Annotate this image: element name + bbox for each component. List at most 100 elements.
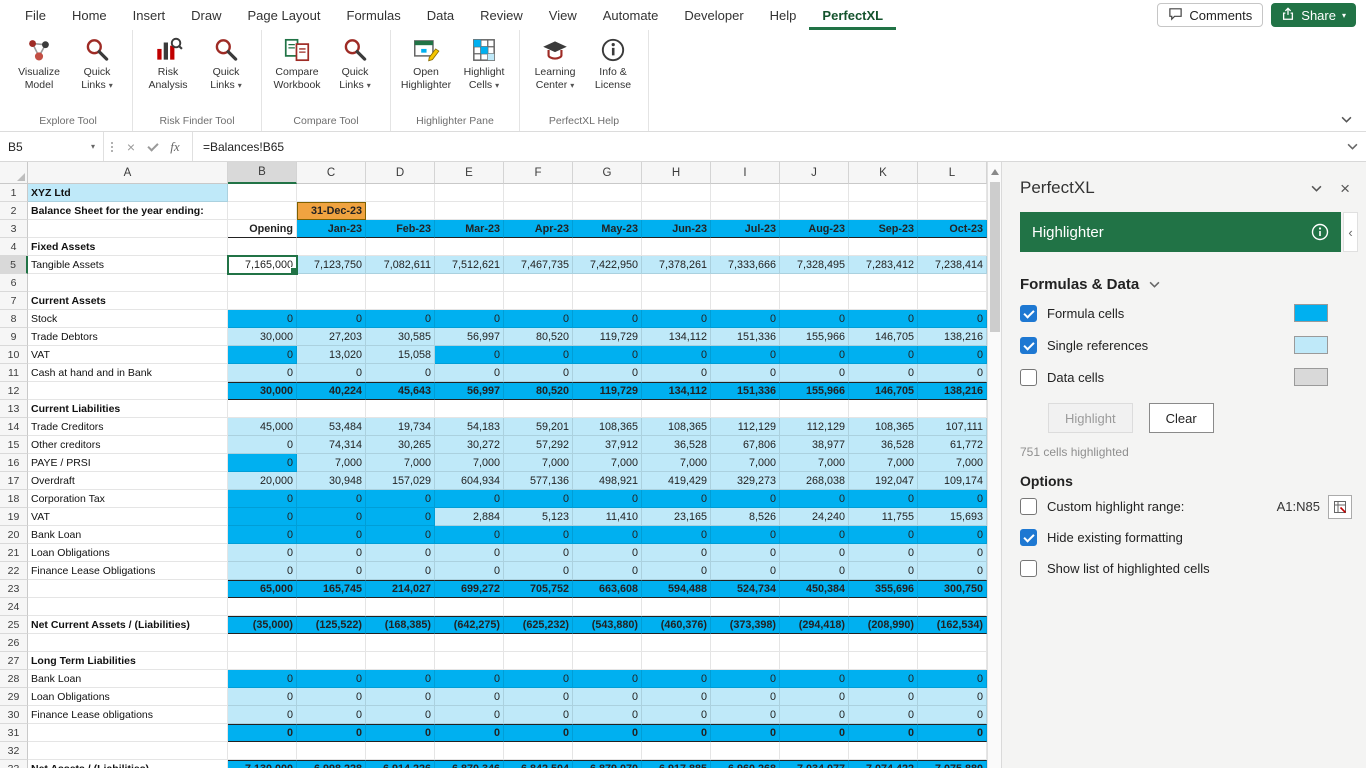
cell-L18[interactable]: 0 xyxy=(918,490,987,508)
close-icon[interactable]: × xyxy=(1340,180,1350,197)
cell-I3[interactable]: Jul-23 xyxy=(711,220,780,238)
cell-C15[interactable]: 74,314 xyxy=(297,436,366,454)
cell-A22[interactable]: Finance Lease Obligations xyxy=(28,562,228,580)
cell-D16[interactable]: 7,000 xyxy=(366,454,435,472)
cell-F22[interactable]: 0 xyxy=(504,562,573,580)
cell-F18[interactable]: 0 xyxy=(504,490,573,508)
cell-F21[interactable]: 0 xyxy=(504,544,573,562)
cell-J31[interactable]: 0 xyxy=(780,724,849,742)
row-header-26[interactable]: 26 xyxy=(0,634,28,652)
cell-F19[interactable]: 5,123 xyxy=(504,508,573,526)
cell-D2[interactable] xyxy=(366,202,435,220)
cell-C31[interactable]: 0 xyxy=(297,724,366,742)
cell-J20[interactable]: 0 xyxy=(780,526,849,544)
cell-A11[interactable]: Cash at hand and in Bank xyxy=(28,364,228,382)
cell-F12[interactable]: 80,520 xyxy=(504,382,573,400)
column-header-C[interactable]: C xyxy=(297,162,366,184)
range-picker-icon[interactable] xyxy=(1328,494,1352,519)
cell-F3[interactable]: Apr-23 xyxy=(504,220,573,238)
cell-J8[interactable]: 0 xyxy=(780,310,849,328)
cell-H12[interactable]: 134,112 xyxy=(642,382,711,400)
menu-tab-automate[interactable]: Automate xyxy=(590,0,672,30)
row-header-10[interactable]: 10 xyxy=(0,346,28,364)
menu-tab-data[interactable]: Data xyxy=(414,0,467,30)
cell-B14[interactable]: 45,000 xyxy=(228,418,297,436)
cell-C3[interactable]: Jan-23 xyxy=(297,220,366,238)
cell-K2[interactable] xyxy=(849,202,918,220)
cell-C17[interactable]: 30,948 xyxy=(297,472,366,490)
cell-C23[interactable]: 165,745 xyxy=(297,580,366,598)
column-header-J[interactable]: J xyxy=(780,162,849,184)
cell-C7[interactable] xyxy=(297,292,366,310)
enter-icon[interactable] xyxy=(142,132,164,161)
cell-B28[interactable]: 0 xyxy=(228,670,297,688)
menu-tab-file[interactable]: File xyxy=(12,0,59,30)
row-header-18[interactable]: 18 xyxy=(0,490,28,508)
cell-G27[interactable] xyxy=(573,652,642,670)
cell-E24[interactable] xyxy=(435,598,504,616)
cell-L10[interactable]: 0 xyxy=(918,346,987,364)
cell-A7[interactable]: Current Assets xyxy=(28,292,228,310)
cell-I21[interactable]: 0 xyxy=(711,544,780,562)
cell-J1[interactable] xyxy=(780,184,849,202)
cell-F17[interactable]: 577,136 xyxy=(504,472,573,490)
cell-E12[interactable]: 56,997 xyxy=(435,382,504,400)
cell-F16[interactable]: 7,000 xyxy=(504,454,573,472)
cell-I14[interactable]: 112,129 xyxy=(711,418,780,436)
cell-E15[interactable]: 30,272 xyxy=(435,436,504,454)
cell-D17[interactable]: 157,029 xyxy=(366,472,435,490)
cell-D18[interactable]: 0 xyxy=(366,490,435,508)
cell-D4[interactable] xyxy=(366,238,435,256)
cell-J14[interactable]: 112,129 xyxy=(780,418,849,436)
cell-L4[interactable] xyxy=(918,238,987,256)
cell-G10[interactable]: 0 xyxy=(573,346,642,364)
clear-button[interactable]: Clear xyxy=(1148,403,1214,433)
color-swatch-data-cells[interactable] xyxy=(1294,368,1328,386)
cell-L33[interactable]: 7,075,880 xyxy=(918,760,987,768)
column-header-H[interactable]: H xyxy=(642,162,711,184)
cell-H2[interactable] xyxy=(642,202,711,220)
cell-H28[interactable]: 0 xyxy=(642,670,711,688)
cell-L29[interactable]: 0 xyxy=(918,688,987,706)
cell-G19[interactable]: 11,410 xyxy=(573,508,642,526)
comments-button[interactable]: Comments xyxy=(1157,3,1264,27)
cell-D19[interactable]: 0 xyxy=(366,508,435,526)
cell-B6[interactable] xyxy=(228,274,297,292)
cell-C29[interactable]: 0 xyxy=(297,688,366,706)
row-header-9[interactable]: 9 xyxy=(0,328,28,346)
cell-L32[interactable] xyxy=(918,742,987,760)
cell-B21[interactable]: 0 xyxy=(228,544,297,562)
cell-C1[interactable] xyxy=(297,184,366,202)
cell-G9[interactable]: 119,729 xyxy=(573,328,642,346)
cell-K25[interactable]: (208,990) xyxy=(849,616,918,634)
cell-I10[interactable]: 0 xyxy=(711,346,780,364)
cell-H20[interactable]: 0 xyxy=(642,526,711,544)
scroll-up-icon[interactable] xyxy=(990,169,999,175)
cell-B30[interactable]: 0 xyxy=(228,706,297,724)
cell-A14[interactable]: Trade Creditors xyxy=(28,418,228,436)
cell-A19[interactable]: VAT xyxy=(28,508,228,526)
cell-E16[interactable]: 7,000 xyxy=(435,454,504,472)
cell-I31[interactable]: 0 xyxy=(711,724,780,742)
cell-D29[interactable]: 0 xyxy=(366,688,435,706)
cell-C33[interactable]: 6,998,228 xyxy=(297,760,366,768)
cell-H7[interactable] xyxy=(642,292,711,310)
cell-I15[interactable]: 67,806 xyxy=(711,436,780,454)
cell-K20[interactable]: 0 xyxy=(849,526,918,544)
cell-L25[interactable]: (162,534) xyxy=(918,616,987,634)
cell-D6[interactable] xyxy=(366,274,435,292)
cell-D21[interactable]: 0 xyxy=(366,544,435,562)
cell-E7[interactable] xyxy=(435,292,504,310)
cell-G25[interactable]: (543,880) xyxy=(573,616,642,634)
cell-J27[interactable] xyxy=(780,652,849,670)
cell-H31[interactable]: 0 xyxy=(642,724,711,742)
cell-I11[interactable]: 0 xyxy=(711,364,780,382)
cell-B3[interactable]: Opening xyxy=(228,220,297,238)
cell-B2[interactable] xyxy=(228,202,297,220)
cell-A6[interactable] xyxy=(28,274,228,292)
cell-B8[interactable]: 0 xyxy=(228,310,297,328)
cell-I4[interactable] xyxy=(711,238,780,256)
cell-J2[interactable] xyxy=(780,202,849,220)
cell-B19[interactable]: 0 xyxy=(228,508,297,526)
cell-H19[interactable]: 23,165 xyxy=(642,508,711,526)
